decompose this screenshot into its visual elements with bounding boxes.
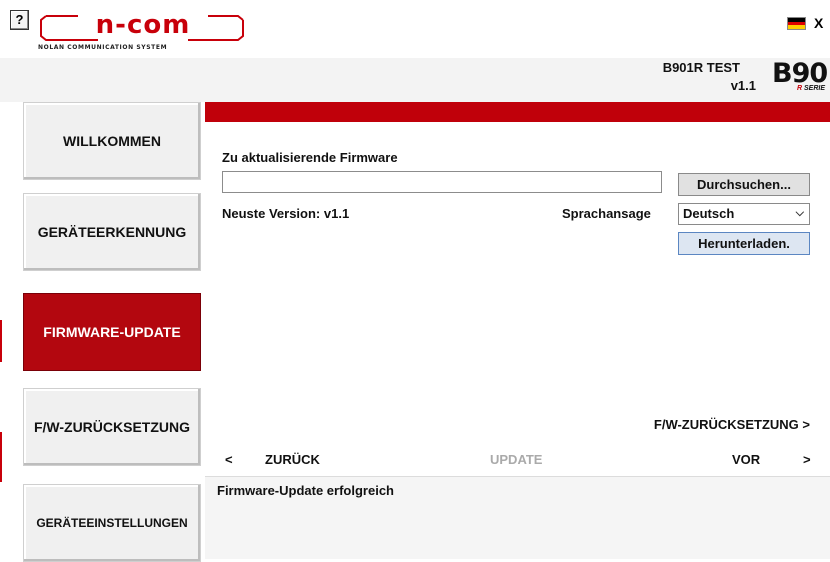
back-button[interactable]: ZURÜCK	[265, 452, 320, 467]
sidebar-item-fw-reset[interactable]: F/W-ZURÜCKSETZUNG	[23, 388, 201, 466]
device-version: v1.1	[730, 78, 756, 93]
device-info-strip: B901R TEST v1.1 B90 R SERIE	[0, 58, 830, 102]
help-button[interactable]: ?	[10, 10, 29, 30]
next-arrow-icon[interactable]: >	[803, 452, 811, 467]
next-button[interactable]: VOR	[732, 452, 760, 467]
latest-version-label: Neuste Version: v1.1	[222, 206, 350, 221]
brand-series-text: SERIE	[804, 85, 826, 92]
fw-reset-link[interactable]: F/W-ZURÜCKSETZUNG >	[654, 417, 810, 432]
german-flag-icon[interactable]	[787, 17, 806, 30]
update-button: UPDATE	[490, 452, 543, 467]
sidebar-edge-marker	[0, 432, 2, 482]
status-area: Firmware-Update erfolgreich	[205, 476, 830, 559]
sidebar-item-device-detection[interactable]: GERÄTEERKENNUNG	[23, 193, 201, 271]
brand-series-label: R SERIE	[797, 85, 825, 92]
sidebar-item-welcome[interactable]: WILLKOMMEN	[23, 102, 201, 180]
language-select-value: Deutsch	[683, 206, 735, 221]
language-select[interactable]: Deutsch ⌵	[678, 203, 810, 225]
chevron-down-icon: ⌵	[795, 207, 804, 219]
sidebar-edge-marker	[0, 320, 2, 362]
device-name: B901R TEST	[662, 60, 740, 75]
sidebar: WILLKOMMEN GERÄTEERKENNUNG FIRMWARE-UPDA…	[0, 102, 205, 562]
wizard-navigation: < ZURÜCK UPDATE VOR >	[205, 452, 830, 474]
back-arrow-icon[interactable]: <	[225, 452, 233, 467]
firmware-update-panel: Zu aktualisierende Firmware Durchsuchen.…	[205, 122, 830, 478]
close-button[interactable]: X	[814, 15, 823, 31]
sidebar-item-firmware-update[interactable]: FIRMWARE-UPDATE	[23, 293, 201, 371]
browse-button[interactable]: Durchsuchen...	[678, 173, 810, 196]
download-button[interactable]: Herunterladen.	[678, 232, 810, 255]
status-message: Firmware-Update erfolgreich	[217, 483, 394, 498]
firmware-heading: Zu aktualisierende Firmware	[222, 150, 398, 165]
voice-prompt-label: Sprachansage	[562, 206, 651, 221]
header-accent-bar	[205, 102, 830, 122]
logo-subtitle: NOLAN COMMUNICATION SYSTEM	[38, 44, 168, 51]
title-bar: ? n-com NOLAN COMMUNICATION SYSTEM X	[0, 0, 830, 59]
logo-text: n-com	[95, 10, 191, 40]
brand-series-r: R	[797, 85, 803, 92]
ncom-logo: n-com NOLAN COMMUNICATION SYSTEM	[38, 10, 253, 51]
firmware-file-input[interactable]	[222, 171, 662, 193]
sidebar-item-device-settings[interactable]: GERÄTEEINSTELLUNGEN	[23, 484, 201, 562]
